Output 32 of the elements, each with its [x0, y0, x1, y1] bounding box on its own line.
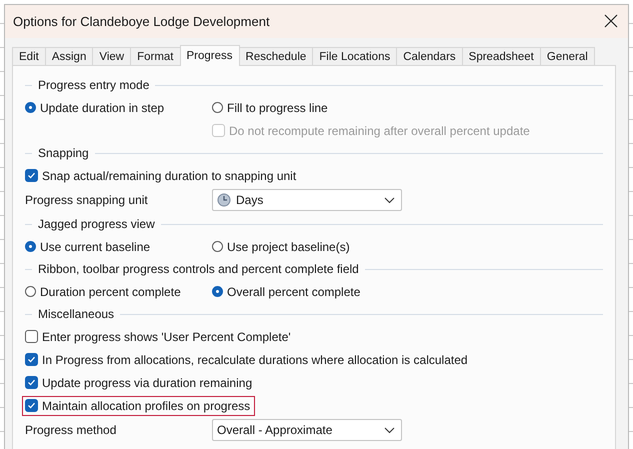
chevron-down-icon — [384, 196, 395, 204]
dropdown-field[interactable]: Overall - Approximate — [212, 419, 402, 441]
close-button[interactable] — [604, 14, 620, 30]
checkbox-option[interactable]: Update progress via duration remaining — [22, 372, 258, 392]
checkbox-option[interactable]: Maintain allocation profiles on progress — [22, 396, 256, 416]
section-header: Progress entry mode — [38, 78, 150, 92]
field-label: Progress snapping unit — [25, 193, 148, 207]
dropdown-field[interactable]: Days — [212, 189, 402, 211]
window-title: Options for Clandeboye Lodge Development — [13, 14, 270, 29]
radio-option[interactable]: Use project baseline(s) — [209, 236, 355, 256]
radio-option[interactable]: Update duration in step — [22, 98, 170, 118]
tab[interactable]: General — [540, 47, 595, 66]
tab[interactable]: Edit — [12, 47, 46, 66]
checkmark-icon — [27, 171, 36, 180]
radio-option[interactable]: Fill to progress line — [209, 98, 333, 118]
chevron-down-icon — [384, 426, 395, 434]
radio-option[interactable]: Overall percent complete — [209, 282, 366, 302]
checkbox-option[interactable]: Enter progress shows 'User Percent Complete' — [22, 326, 296, 346]
section-header: Miscellaneous — [38, 307, 114, 321]
radio-option[interactable]: Duration percent complete — [22, 282, 186, 302]
section-header: Jagged progress view — [38, 217, 155, 231]
checkmark-icon — [27, 355, 36, 364]
clock-icon — [217, 193, 231, 207]
checkbox-option[interactable]: In Progress from allocations, recalculate durations where allocation is calculated — [22, 350, 473, 370]
checkmark-icon — [27, 401, 36, 410]
section-header: Snapping — [38, 146, 89, 160]
checkmark-icon — [27, 378, 36, 387]
checkbox-option[interactable]: Snap actual/remaining duration to snapping unit — [22, 166, 302, 186]
radio-option[interactable]: Use current baseline — [22, 236, 156, 256]
section-header: Ribbon, toolbar progress controls and percent complete field — [38, 262, 359, 276]
tab[interactable]: Progress — [180, 45, 240, 66]
field-label: Progress method — [25, 423, 116, 437]
